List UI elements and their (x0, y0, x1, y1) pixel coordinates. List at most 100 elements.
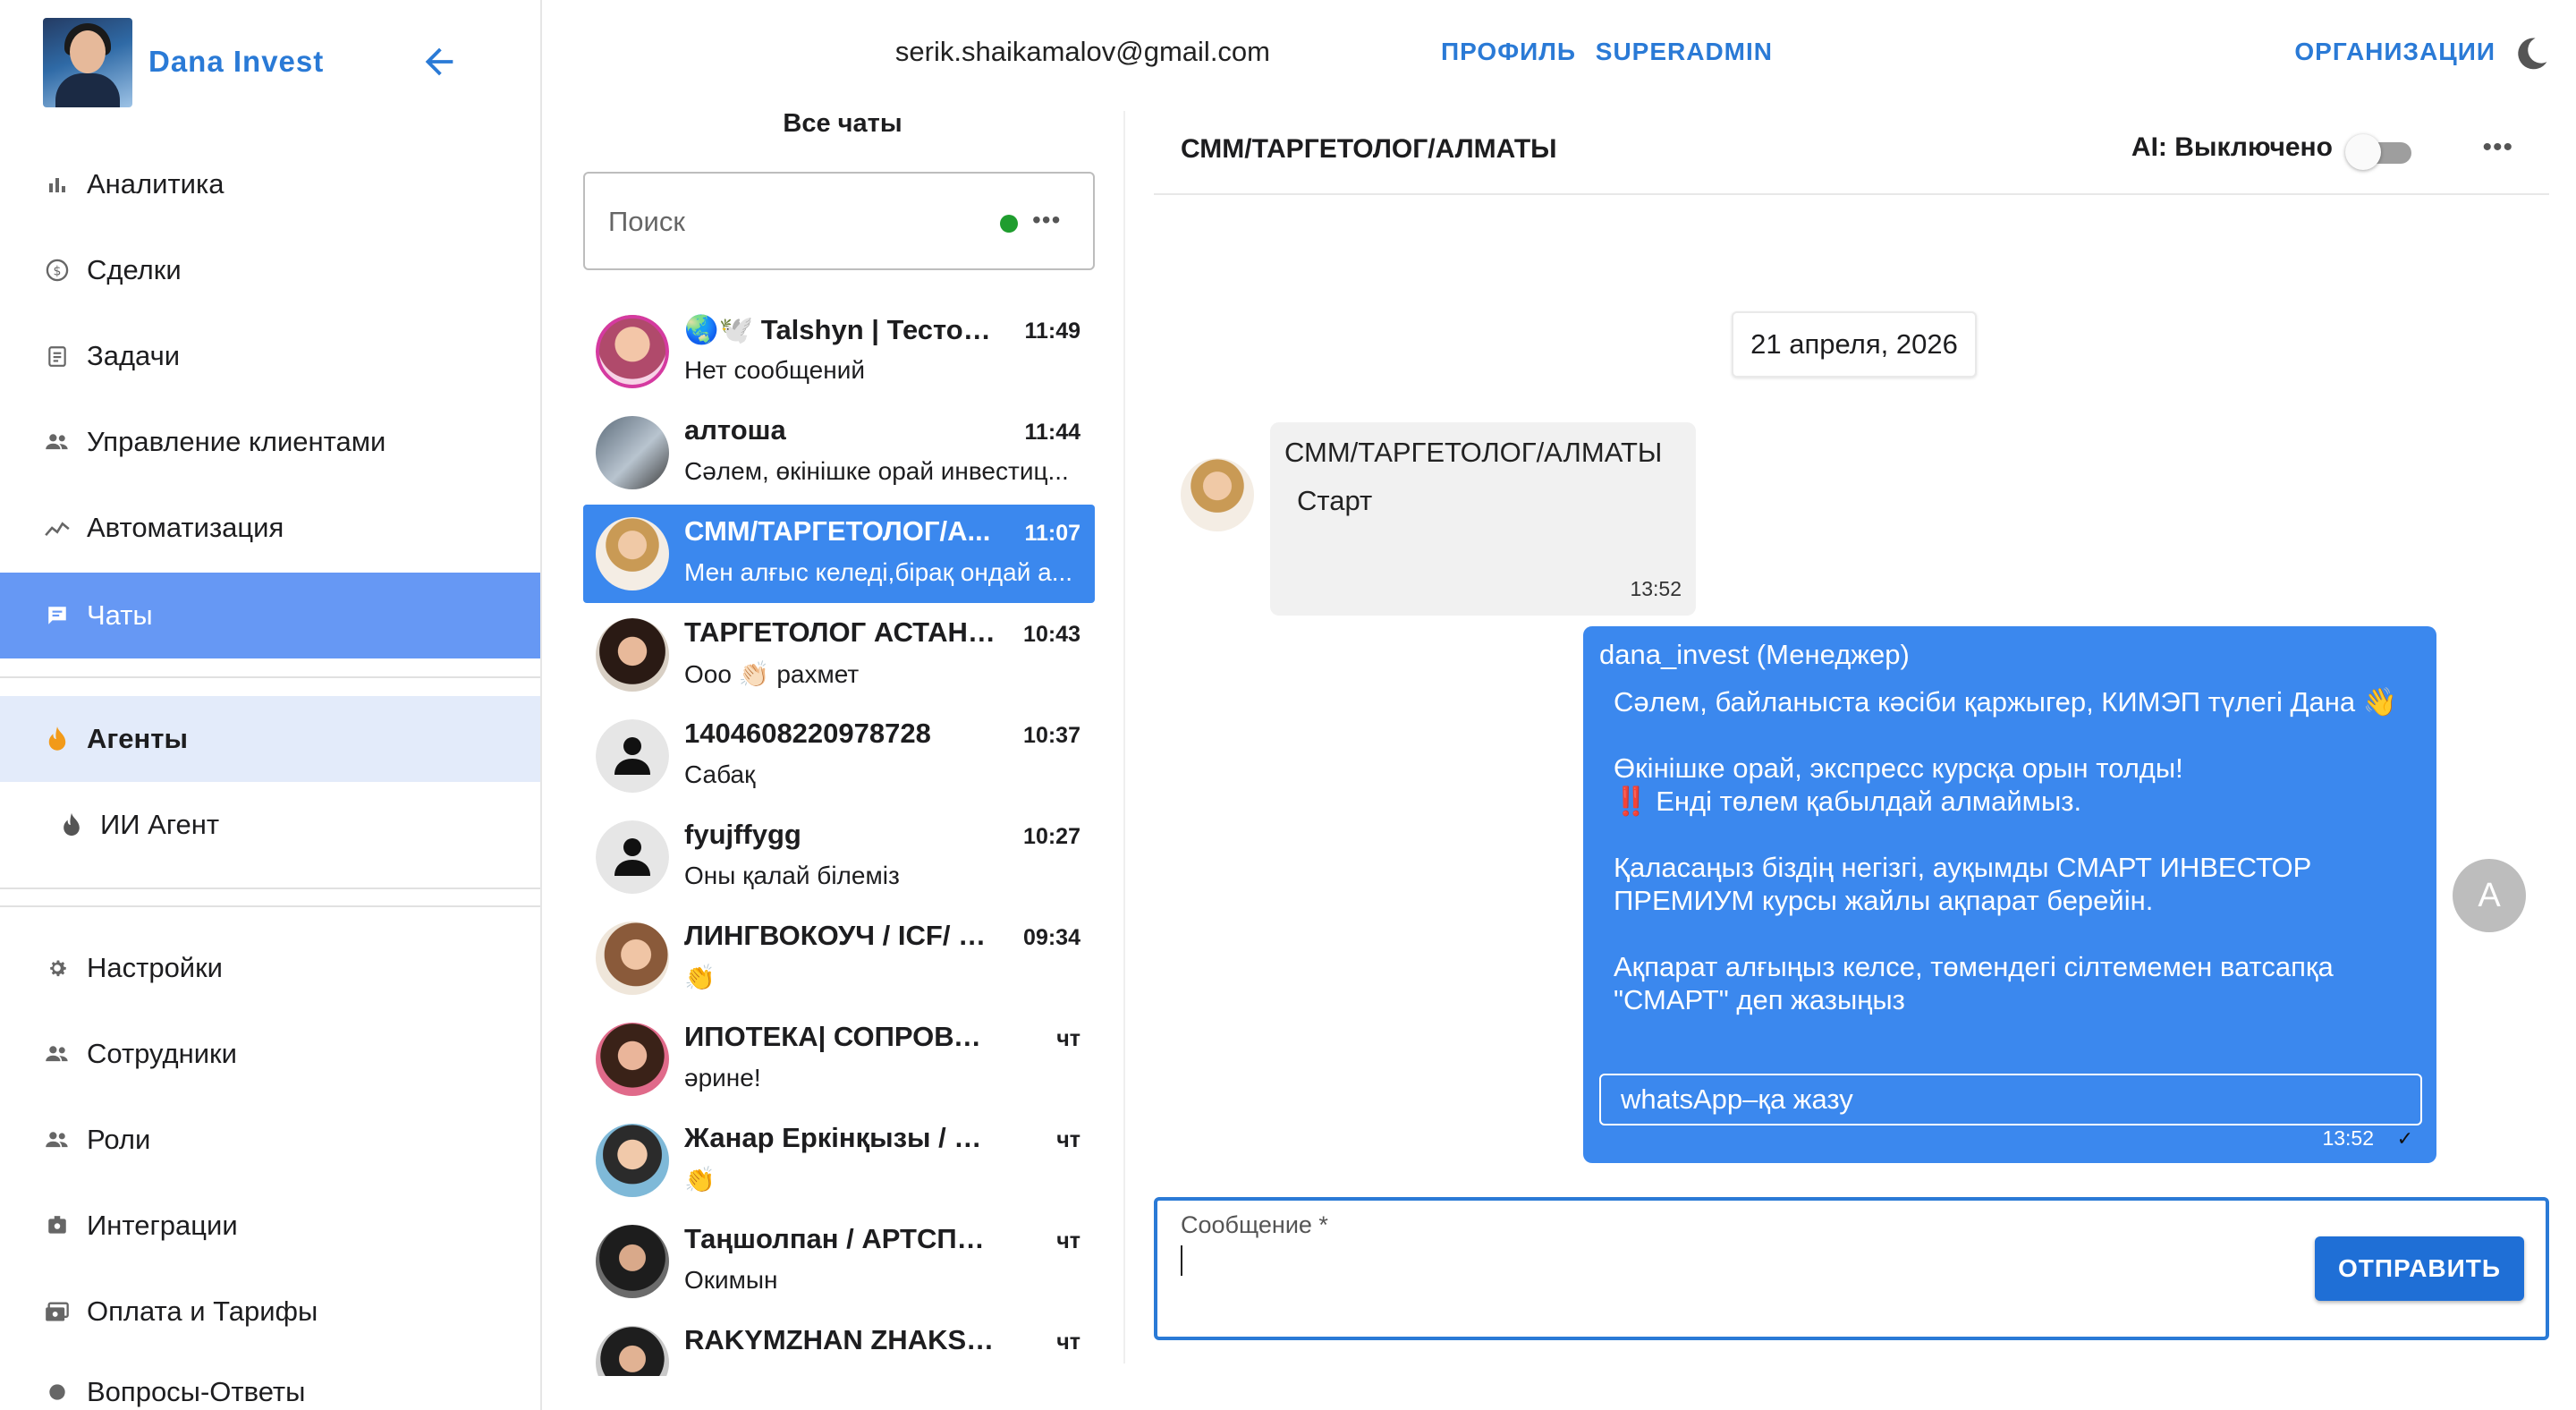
status-dot (1000, 215, 1018, 233)
sidebar-item-employees[interactable]: Сотрудники (0, 1011, 540, 1097)
chat-item[interactable]: Таңшолпан / АРТСПОРТ ... чт Окимын (583, 1212, 1095, 1311)
chat-avatar (596, 922, 669, 995)
sidebar-item-analytics[interactable]: Аналитика (0, 141, 540, 227)
sidebar-item-roles[interactable]: Роли (0, 1097, 540, 1183)
collapse-arrow-icon[interactable] (419, 41, 460, 82)
chat-list-title: Все чаты (783, 109, 902, 138)
chat-time: 11:49 (1024, 319, 1080, 344)
ai-status-label: AI: Выключено (2131, 132, 2333, 162)
message-line: Ақпарат алғыңыз келсе, төмендегі сілтеме… (1614, 951, 2334, 1015)
sidebar-item-faq[interactable]: Вопросы-Ответы (0, 1349, 540, 1410)
manager-avatar: A (2453, 859, 2526, 932)
chat-item[interactable]: 🌏🕊️ Talshyn | Тесто А... 11:49 Нет сообщ… (583, 302, 1095, 401)
chat-icon (43, 601, 72, 630)
sidebar-item-label: ИИ Агент (100, 809, 220, 840)
chat-time: чт (1056, 1228, 1080, 1253)
profile-link[interactable]: ПРОФИЛЬ (1441, 38, 1576, 66)
svg-text:$: $ (54, 264, 62, 278)
chat-preview: Ооо 👏🏻 рахмет (684, 660, 860, 688)
people-icon (43, 1125, 72, 1154)
sidebar-item-chats[interactable]: Чаты (0, 573, 540, 658)
brand-avatar (43, 18, 132, 107)
more-icon[interactable]: ••• (1032, 206, 1061, 234)
contact-avatar (1181, 458, 1254, 531)
sidebar-item-label: Роли (87, 1124, 151, 1155)
whatsapp-button[interactable]: whatsApp–қа жазу (1599, 1074, 2422, 1125)
chat-avatar (596, 1326, 669, 1376)
search-input[interactable] (608, 199, 984, 245)
chat-item[interactable]: Жанар Еркінқызы / Пед... чт 👏 (583, 1111, 1095, 1210)
chat-item[interactable]: ТАРГЕТОЛОГ АСТАНА... 10:43 Ооо 👏🏻 рахмет (583, 606, 1095, 704)
chat-title: СММ/ТАРГЕТОЛОГ/А... (684, 515, 991, 547)
sidebar-item-automation[interactable]: Автоматизация (0, 485, 540, 571)
superadmin-link[interactable]: SUPERADMIN (1596, 38, 1773, 66)
sidebar-item-clients[interactable]: Управление клиентами (0, 399, 540, 485)
message-input[interactable] (1181, 1244, 2272, 1324)
sidebar-item-deals[interactable]: $ Сделки (0, 227, 540, 313)
chat-preview: 👏 (684, 1166, 716, 1193)
read-check-icon: ✓ (2396, 1127, 2413, 1150)
chat-time: 10:37 (1023, 723, 1080, 748)
chat-avatar (596, 1023, 669, 1096)
chat-time: 09:34 (1023, 925, 1080, 950)
chat-time: чт (1056, 1329, 1080, 1355)
chat-title: ИПОТЕКА| СОПРОВОЖД... (684, 1021, 997, 1052)
chat-preview: әрине! (684, 1064, 761, 1091)
date-separator: 21 апреля, 2026 (1732, 311, 1977, 378)
chat-avatar (596, 517, 669, 590)
chat-title: Жанар Еркінқызы / Пед... (684, 1122, 997, 1153)
send-button[interactable]: ОТПРАВИТЬ (2315, 1236, 2524, 1301)
chat-preview: Оны қалай білеміз (684, 862, 900, 889)
chat-item-selected[interactable]: СММ/ТАРГЕТОЛОГ/А... 11:07 Мен алғыс келе… (583, 505, 1095, 603)
incoming-message: СММ/ТАРГЕТОЛОГ/АЛМАТЫ Старт 13:52 (1270, 422, 1696, 616)
chat-preview: Окимын (684, 1266, 778, 1294)
sidebar-item-settings[interactable]: Настройки (0, 925, 540, 1011)
sidebar-divider (0, 905, 540, 907)
sidebar-item-tasks[interactable]: Задачи (0, 313, 540, 399)
topbar: serik.shaikamalov@gmail.com ПРОФИЛЬ SUPE… (546, 27, 2576, 81)
chat-item[interactable]: ЛИНГВОКОУЧ / ICF/ А... 09:34 👏 (583, 909, 1095, 1007)
search-box: ••• (583, 172, 1095, 270)
chat-title: ТАРГЕТОЛОГ АСТАНА... (684, 616, 997, 648)
organizations-link[interactable]: ОРГАНИЗАЦИИ (2294, 38, 2496, 66)
dollar-circle-icon: $ (43, 256, 72, 285)
sidebar-item-label: Аналитика (87, 168, 225, 200)
chat-title: 1404608220978728 (684, 718, 931, 749)
more-icon[interactable]: ••• (2482, 132, 2513, 163)
chat-avatar (596, 416, 669, 489)
sidebar-item-agents[interactable]: Агенты (0, 696, 540, 782)
chat-item[interactable]: ИПОТЕКА| СОПРОВОЖД... чт әрине! (583, 1010, 1095, 1108)
chat-avatar (596, 719, 669, 793)
chat-item[interactable]: RAKYMZHAN ZHAKSYLYK чт (583, 1313, 1095, 1376)
chat-list-panel: Все чаты ••• 🌏🕊️ Talshyn | Тесто А... 11… (583, 89, 1102, 1378)
sidebar-item-billing[interactable]: Оплата и Тарифы (0, 1269, 540, 1355)
chat-title: 🌏🕊️ Talshyn | Тесто А... (684, 314, 997, 345)
sidebar-item-ai-agent[interactable]: ИИ Агент (0, 782, 540, 868)
chat-preview: Сабақ (684, 760, 756, 788)
chat-item[interactable]: 1404608220978728 10:37 Сабақ (583, 707, 1095, 805)
chat-item[interactable]: fyujffygg 10:27 Оны қалай білеміз (583, 808, 1095, 906)
chat-avatar (596, 820, 669, 894)
sidebar-divider (0, 888, 540, 889)
bar-chart-icon (43, 170, 72, 199)
gear-icon (43, 1378, 72, 1406)
conversation-title: СММ/ТАРГЕТОЛОГ/АЛМАТЫ (1181, 134, 1557, 164)
chat-item[interactable]: алтоша 11:44 Сәлем, өкінішке орай инвест… (583, 403, 1095, 502)
sidebar: Dana Invest Аналитика $ Сделки Задачи Уп… (0, 0, 542, 1410)
chat-time: 11:07 (1024, 521, 1080, 546)
message-body: Сәлем, байланыста кәсіби қаржыгер, КИМЭП… (1614, 685, 2401, 1016)
message-time: 13:52 (2322, 1126, 2374, 1150)
brand-name: Dana Invest (148, 45, 325, 78)
chat-time: 11:44 (1024, 420, 1080, 445)
trend-icon (43, 514, 72, 542)
payment-icon (43, 1297, 72, 1326)
sidebar-item-label: Оплата и Тарифы (87, 1295, 318, 1327)
ai-toggle[interactable] (2345, 134, 2413, 170)
chat-title: RAKYMZHAN ZHAKSYLYK (684, 1324, 997, 1355)
chat-preview: Мен алғыс келеді,бірақ ондай а... (684, 558, 1073, 586)
message-sender: dana_invest (Менеджер) (1599, 639, 1910, 670)
chat-items: 🌏🕊️ Talshyn | Тесто А... 11:49 Нет сообщ… (583, 302, 1095, 1376)
sidebar-item-integrations[interactable]: Интеграции (0, 1183, 540, 1269)
moon-icon[interactable] (2512, 34, 2551, 73)
message-line: Сәлем, байланыста кәсіби қаржыгер, КИМЭП… (1614, 686, 2398, 718)
